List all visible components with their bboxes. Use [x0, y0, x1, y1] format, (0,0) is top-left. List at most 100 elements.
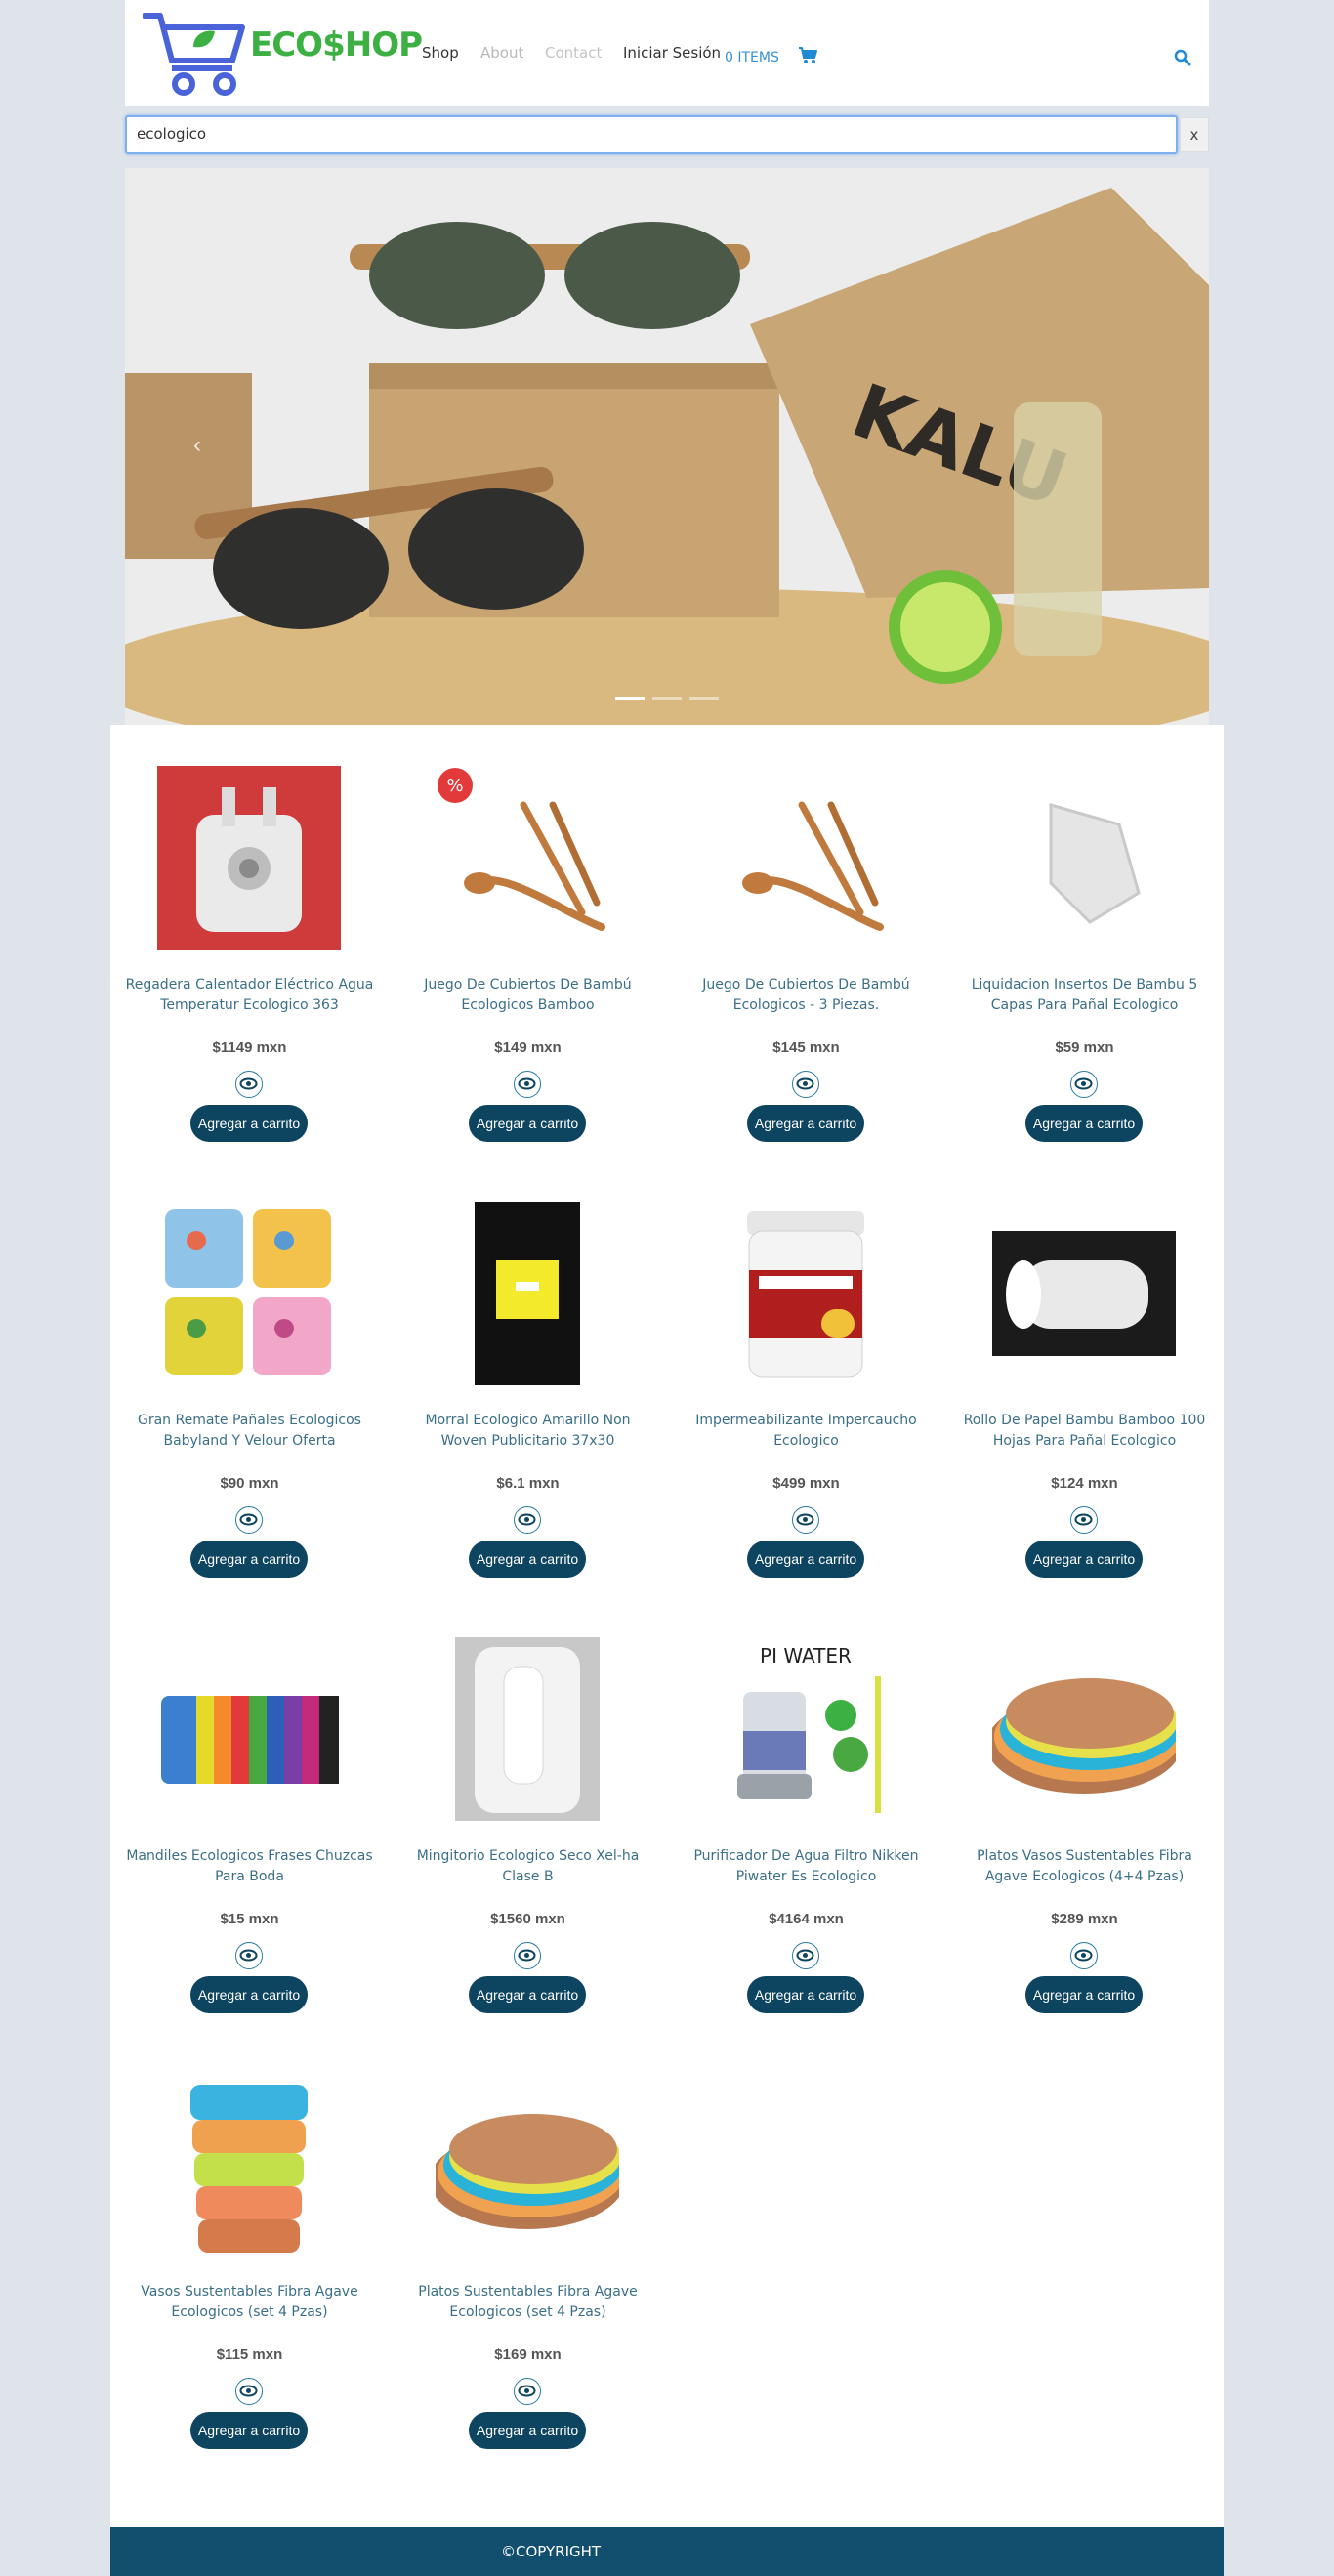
add-to-cart-button[interactable]: Agregar a carrito: [190, 1105, 308, 1142]
eye-icon: [518, 1077, 536, 1090]
product-title[interactable]: Vasos Sustentables Fibra Agave Ecologico…: [124, 2282, 375, 2323]
product-title[interactable]: Platos Vasos Sustentables Fibra Agave Ec…: [959, 1846, 1210, 1887]
add-to-cart-button[interactable]: Agregar a carrito: [747, 1976, 864, 2013]
product-card: Impermeabilizante Impercaucho Ecologico $…: [667, 1161, 945, 1596]
product-image[interactable]: [714, 1202, 897, 1385]
eye-icon: [518, 1949, 536, 1962]
search-input[interactable]: [137, 125, 1152, 143]
product-image-label: PI WATER: [760, 1644, 852, 1668]
view-product-button[interactable]: [792, 1506, 819, 1534]
view-product-button[interactable]: [235, 1942, 263, 1969]
product-image[interactable]: [992, 1637, 1176, 1821]
add-to-cart-button[interactable]: Agregar a carrito: [190, 1541, 308, 1578]
view-product-button[interactable]: [514, 1071, 541, 1098]
product-price: $124 mxn: [1051, 1475, 1118, 1492]
product-image[interactable]: [992, 1202, 1176, 1385]
product-card: Liquidacion Insertos De Bambu 5 Capas Pa…: [945, 725, 1224, 1161]
add-to-cart-button[interactable]: Agregar a carrito: [469, 2412, 586, 2449]
product-price: $1149 mxn: [212, 1039, 287, 1056]
add-to-cart-button[interactable]: Agregar a carrito: [747, 1541, 864, 1578]
view-product-button[interactable]: [1070, 1071, 1098, 1098]
cart-icon[interactable]: [799, 47, 818, 64]
product-price: $4164 mxn: [769, 1911, 844, 1927]
add-to-cart-button[interactable]: Agregar a carrito: [1025, 1541, 1143, 1578]
product-price: $1560 mxn: [490, 1911, 565, 1927]
add-to-cart-button[interactable]: Agregar a carrito: [1025, 1105, 1143, 1142]
view-product-button[interactable]: [235, 1071, 263, 1098]
carousel-prev-button[interactable]: ‹: [193, 432, 213, 458]
view-product-button[interactable]: [514, 1942, 541, 1969]
product-image[interactable]: [714, 766, 897, 950]
product-image[interactable]: [992, 766, 1176, 950]
product-title[interactable]: Mingitorio Ecologico Seco Xel-ha Clase B: [402, 1846, 653, 1887]
carousel-indicator[interactable]: [652, 697, 682, 700]
hero-slide-image: KALU: [125, 168, 1209, 725]
search-icon[interactable]: [1174, 49, 1191, 66]
product-price: $59 mxn: [1055, 1039, 1114, 1056]
product-title[interactable]: Rollo De Papel Bambu Bamboo 100 Hojas Pa…: [959, 1411, 1210, 1452]
product-card: % Juego De Cubiertos De Bambú Ecologicos …: [389, 725, 667, 1161]
product-title[interactable]: Morral Ecologico Amarillo Non Woven Publ…: [402, 1411, 653, 1452]
carousel-indicator[interactable]: [615, 697, 645, 700]
nav-about-link[interactable]: About: [480, 44, 523, 62]
product-image[interactable]: [436, 1637, 619, 1821]
nav-login-link[interactable]: Iniciar Sesión: [623, 44, 721, 62]
cart-count-link[interactable]: 0 ITEMS: [725, 50, 779, 65]
product-image[interactable]: %: [436, 766, 619, 950]
eye-icon: [239, 1077, 258, 1090]
product-card: Gran Remate Pañales Ecologicos Babyland …: [110, 1161, 389, 1596]
product-title[interactable]: Impermeabilizante Impercaucho Ecologico: [681, 1411, 932, 1452]
product-image[interactable]: [436, 2073, 619, 2257]
add-to-cart-button[interactable]: Agregar a carrito: [1025, 1976, 1143, 2013]
product-title[interactable]: Gran Remate Pañales Ecologicos Babyland …: [124, 1411, 375, 1452]
view-product-button[interactable]: [235, 1506, 263, 1534]
product-image[interactable]: PI WATER: [714, 1637, 897, 1821]
product-price: $6.1 mxn: [496, 1475, 560, 1492]
view-product-button[interactable]: [792, 1942, 819, 1969]
nav-contact-link[interactable]: Contact: [545, 44, 602, 62]
product-card: Platos Sustentables Fibra Agave Ecologic…: [389, 2032, 667, 2468]
product-title[interactable]: Platos Sustentables Fibra Agave Ecologic…: [402, 2282, 653, 2323]
product-image[interactable]: [157, 1637, 341, 1821]
add-to-cart-button[interactable]: Agregar a carrito: [469, 1976, 586, 2013]
add-to-cart-button[interactable]: Agregar a carrito: [469, 1105, 586, 1142]
view-product-button[interactable]: [1070, 1942, 1098, 1969]
add-to-cart-button[interactable]: Agregar a carrito: [190, 1976, 308, 2013]
product-image[interactable]: [157, 2073, 341, 2257]
product-image[interactable]: [157, 1202, 341, 1385]
product-card: Vasos Sustentables Fibra Agave Ecologico…: [110, 2032, 389, 2468]
add-to-cart-button[interactable]: Agregar a carrito: [190, 2412, 308, 2449]
product-price: $15 mxn: [220, 1911, 279, 1927]
view-product-button[interactable]: [514, 1506, 541, 1534]
hero-carousel[interactable]: KALU ‹: [125, 168, 1209, 725]
product-card: Regadera Calentador Eléctrico Agua Tempe…: [110, 725, 389, 1161]
view-product-button[interactable]: [792, 1071, 819, 1098]
eye-icon: [796, 1513, 814, 1526]
product-title[interactable]: Purificador De Agua Filtro Nikken Piwate…: [681, 1846, 932, 1887]
add-to-cart-button[interactable]: Agregar a carrito: [469, 1541, 586, 1578]
view-product-button[interactable]: [235, 2378, 263, 2405]
product-title[interactable]: Liquidacion Insertos De Bambu 5 Capas Pa…: [959, 975, 1210, 1016]
clear-search-button[interactable]: x: [1180, 117, 1209, 152]
brand-name[interactable]: ECO$HOP: [250, 25, 423, 64]
carousel-indicators: [615, 697, 719, 700]
product-title[interactable]: Juego De Cubiertos De Bambú Ecologicos B…: [402, 975, 653, 1016]
svg-text:%: %: [446, 776, 463, 796]
product-card: Mingitorio Ecologico Seco Xel-ha Clase B…: [389, 1596, 667, 2032]
eye-icon: [518, 1513, 536, 1526]
eye-icon: [1074, 1513, 1093, 1526]
nav-shop-link[interactable]: Shop: [422, 44, 459, 62]
product-image[interactable]: [157, 766, 341, 950]
product-title[interactable]: Regadera Calentador Eléctrico Agua Tempe…: [124, 975, 375, 1016]
carousel-indicator[interactable]: [689, 697, 719, 700]
add-to-cart-button[interactable]: Agregar a carrito: [747, 1105, 864, 1142]
view-product-button[interactable]: [1070, 1506, 1098, 1534]
eye-icon: [239, 2385, 258, 2397]
product-card: PI WATER Purificador De Agua Filtro Nikke…: [667, 1596, 945, 2032]
product-card: Mandiles Ecologicos Frases Chuzcas Para …: [110, 1596, 389, 2032]
product-title[interactable]: Mandiles Ecologicos Frases Chuzcas Para …: [124, 1846, 375, 1887]
product-title[interactable]: Juego De Cubiertos De Bambú Ecologicos -…: [681, 975, 932, 1016]
product-image[interactable]: [436, 1202, 619, 1385]
eye-icon: [239, 1949, 258, 1962]
view-product-button[interactable]: [514, 2378, 541, 2405]
